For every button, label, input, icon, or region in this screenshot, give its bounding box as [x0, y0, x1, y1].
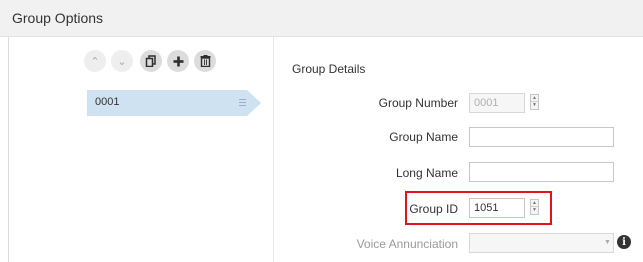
long-name-field[interactable]	[469, 162, 614, 182]
left-border	[8, 37, 9, 262]
panel-title: Group Options	[12, 10, 104, 26]
group-name-label: Group Name	[389, 130, 458, 144]
column-divider	[273, 37, 274, 262]
move-down-button[interactable]: ⌄	[111, 50, 133, 72]
panel-header: Group Options	[0, 0, 643, 37]
group-number-stepper[interactable]: ▲ ▼	[530, 94, 539, 110]
group-list-item-label: 0001	[95, 96, 120, 108]
group-number-label: Group Number	[378, 96, 458, 110]
list-item-group[interactable]: 0001	[87, 90, 247, 116]
delete-button[interactable]	[194, 50, 216, 72]
info-icon[interactable]: i	[617, 235, 631, 249]
trash-icon	[200, 55, 210, 67]
chevron-up-icon: ⌃	[90, 55, 100, 68]
group-number-field[interactable]	[469, 93, 525, 113]
highlight-box	[405, 191, 552, 225]
long-name-label: Long Name	[395, 166, 458, 180]
group-name-field[interactable]	[469, 127, 614, 147]
caret-down-icon[interactable]: ▼	[531, 102, 538, 109]
selected-item-pointer	[247, 90, 261, 116]
add-button[interactable]	[167, 50, 189, 72]
copy-button[interactable]	[140, 50, 162, 72]
copy-icon	[145, 55, 156, 67]
drag-handle-icon[interactable]	[239, 99, 246, 108]
dropdown-arrow-icon: ▼	[604, 239, 611, 246]
voice-annunciation-label: Voice Annunciation	[356, 237, 458, 251]
section-title: Group Details	[292, 62, 366, 76]
voice-annunciation-select[interactable]	[469, 233, 614, 253]
plus-icon	[173, 56, 183, 66]
chevron-down-icon: ⌄	[117, 55, 127, 68]
move-up-button[interactable]: ⌃	[84, 50, 106, 72]
caret-up-icon[interactable]: ▲	[531, 95, 538, 102]
